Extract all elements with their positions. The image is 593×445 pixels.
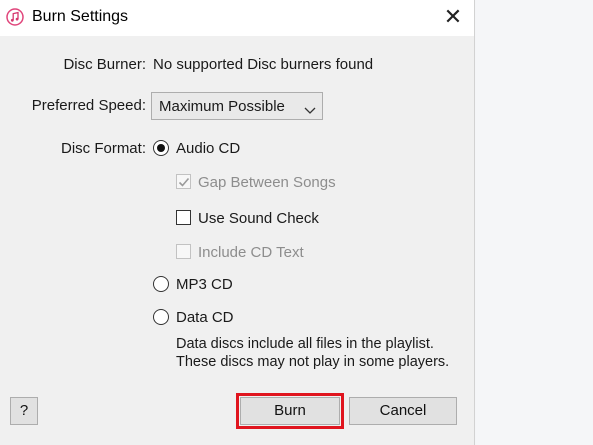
close-button[interactable]: ✕: [438, 3, 468, 31]
data-cd-radio[interactable]: [153, 309, 169, 325]
use-sound-check-label: Use Sound Check: [198, 210, 319, 227]
data-cd-note: Data discs include all files in the play…: [176, 335, 449, 371]
disc-burner-label: Disc Burner:: [63, 56, 146, 73]
data-cd-label: Data CD: [176, 309, 234, 326]
help-button[interactable]: ?: [10, 397, 38, 425]
include-cd-text-checkbox[interactable]: [176, 244, 191, 259]
use-sound-check-checkbox[interactable]: [176, 210, 191, 225]
cancel-button[interactable]: Cancel: [349, 397, 457, 425]
data-cd-note-line: These discs may not play in some players…: [176, 354, 450, 370]
mp3-cd-label: MP3 CD: [176, 276, 233, 293]
itunes-music-note-icon: [6, 8, 24, 26]
chevron-down-icon: [304, 102, 316, 114]
preferred-speed-value: Maximum Possible: [159, 98, 285, 115]
mp3-cd-radio[interactable]: [153, 276, 169, 292]
background-pane: [476, 0, 593, 445]
disc-burner-value: No supported Disc burners found: [153, 56, 374, 73]
title-bar: Burn Settings ✕: [0, 0, 474, 36]
audio-cd-radio[interactable]: [153, 140, 169, 156]
window-title: Burn Settings: [32, 8, 129, 25]
include-cd-text-label: Include CD Text: [198, 244, 304, 261]
preferred-speed-label: Preferred Speed:: [31, 97, 146, 114]
close-icon: ✕: [443, 4, 463, 29]
preferred-speed-select[interactable]: Maximum Possible: [151, 92, 323, 120]
burn-settings-dialog: Burn Settings ✕ Disc Burner: No supporte…: [0, 0, 475, 445]
burn-button-highlight: [236, 393, 344, 429]
audio-cd-label: Audio CD: [176, 140, 241, 157]
gap-between-songs-checkbox[interactable]: [176, 174, 191, 189]
data-cd-note-line: Data discs include all files in the play…: [176, 336, 434, 352]
disc-format-label: Disc Format:: [60, 140, 146, 157]
gap-between-songs-label: Gap Between Songs: [198, 174, 336, 191]
